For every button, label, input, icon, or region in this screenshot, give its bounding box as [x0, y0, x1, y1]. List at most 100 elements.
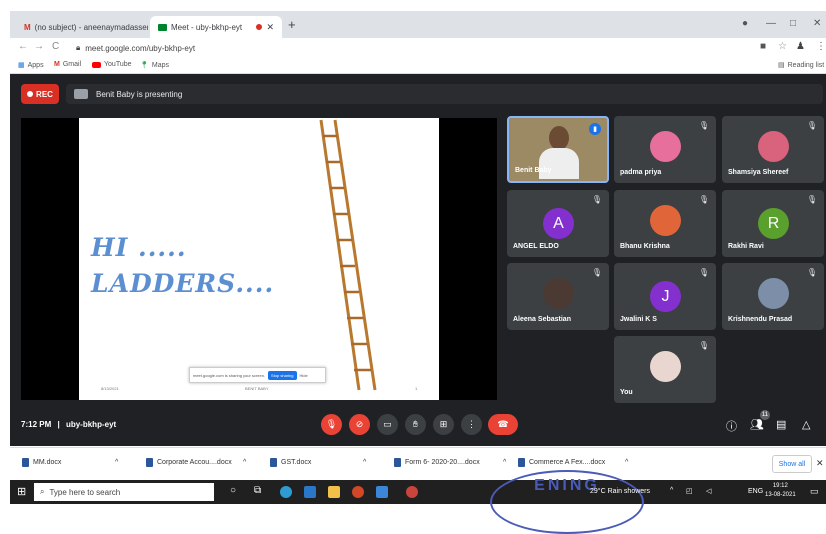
- slide-heading: HI ..... LADDERS....: [91, 230, 274, 302]
- download-item[interactable]: Corporate Accou....docx ^: [146, 458, 246, 467]
- close-icon[interactable]: ✕: [816, 458, 824, 469]
- present-button[interactable]: ⊞: [433, 414, 454, 435]
- chevron-up-icon[interactable]: ^: [625, 459, 628, 466]
- tab-meet[interactable]: Meet - uby-bkhp-eyt ✕: [150, 16, 282, 38]
- minimize-icon[interactable]: —: [766, 18, 776, 29]
- camera-toggle-button[interactable]: ⊘: [349, 414, 370, 435]
- chrome-icon[interactable]: [406, 486, 418, 498]
- word-doc-icon: [394, 458, 401, 467]
- participant-count-badge: 11: [760, 410, 770, 420]
- back-icon[interactable]: ←: [18, 41, 28, 52]
- volume-icon[interactable]: ◁: [706, 487, 711, 495]
- taskbar-search[interactable]: ⌕ Type here to search: [34, 483, 214, 501]
- address-bar: ← → C 🔒︎ meet.google.com/uby-bkhp-eyt ■ …: [10, 38, 826, 58]
- more-options-button[interactable]: ⋮: [461, 414, 482, 435]
- mic-off-icon: 🎙︎: [698, 341, 709, 350]
- extension-icon[interactable]: ♟: [796, 41, 805, 52]
- star-icon[interactable]: ☆: [778, 41, 787, 52]
- captions-icon: ▭: [383, 419, 392, 429]
- captions-button[interactable]: ▭: [377, 414, 398, 435]
- forward-icon[interactable]: →: [34, 41, 44, 52]
- participant-tile[interactable]: 🎙︎ Bhanu Krishna: [614, 190, 716, 257]
- stop-sharing-button[interactable]: Stop sharing: [268, 370, 297, 380]
- lock-icon: 🔒︎: [76, 43, 81, 52]
- tab-label: (no subject) - aneenaymadassery: [34, 22, 148, 32]
- presentation-area[interactable]: HI ..... LADDERS.... meet.google.com is …: [21, 118, 497, 400]
- language-indicator[interactable]: ENG: [748, 488, 763, 495]
- reload-icon[interactable]: C: [52, 41, 59, 52]
- chevron-up-icon[interactable]: ^: [243, 459, 246, 466]
- mic-toggle-button[interactable]: 🎙︎: [321, 414, 342, 435]
- camera-icon[interactable]: ■: [760, 41, 766, 52]
- bookmark-label: YouTube: [104, 61, 132, 68]
- tab-gmail[interactable]: M (no subject) - aneenaymadassery ✕: [16, 16, 148, 38]
- recording-badge: REC: [21, 84, 59, 104]
- participant-tile[interactable]: 🎙︎ Aleena Sebastian: [507, 263, 609, 330]
- search-icon: ⌕: [40, 487, 45, 496]
- chevron-up-icon[interactable]: ^: [503, 459, 506, 466]
- powerpoint-icon[interactable]: [352, 486, 364, 498]
- close-icon[interactable]: ✕: [266, 22, 274, 33]
- bookmark-apps[interactable]: ▦ Apps: [18, 61, 44, 70]
- tab-label: Meet - uby-bkhp-eyt: [171, 22, 243, 32]
- participant-tile[interactable]: 🎙︎ A ANGEL ELDO: [507, 190, 609, 257]
- speaking-indicator-icon: ▮: [589, 123, 601, 135]
- clock[interactable]: 19:12 13-08-2021: [765, 482, 796, 500]
- close-window-icon[interactable]: ✕: [813, 18, 821, 29]
- bookmark-youtube[interactable]: YouTube: [92, 61, 132, 68]
- chevron-up-icon[interactable]: ^: [363, 459, 366, 466]
- task-view-icon[interactable]: ⧉: [254, 485, 261, 496]
- edge-icon[interactable]: [280, 486, 292, 498]
- bookmark-maps[interactable]: 📍︎ Maps: [140, 61, 170, 70]
- profile-icon[interactable]: ●: [742, 18, 748, 29]
- top-margin: [0, 0, 826, 11]
- meeting-info: 7:12 PM | uby-bkhp-eyt: [21, 420, 116, 429]
- participant-tile[interactable]: 🎙︎ R Rakhi Ravi: [722, 190, 824, 257]
- bookmark-gmail[interactable]: M Gmail: [54, 61, 81, 68]
- slide-footer-name: BENIT BABY: [245, 386, 269, 391]
- menu-icon[interactable]: ⋮: [816, 41, 826, 52]
- avatar: R: [758, 208, 789, 239]
- url-field[interactable]: 🔒︎ meet.google.com/uby-bkhp-eyt: [76, 41, 746, 55]
- network-icon[interactable]: ◰: [686, 487, 693, 495]
- raise-hand-button[interactable]: ✋︎: [405, 414, 426, 435]
- download-filename: Corporate Accou....docx: [157, 459, 232, 466]
- info-icon[interactable]: ⓘ: [726, 418, 737, 434]
- download-item[interactable]: Commerce A Fex....docx ^: [518, 458, 628, 467]
- file-explorer-icon[interactable]: [328, 486, 340, 498]
- maps-pin-icon: 📍︎: [140, 62, 149, 69]
- participant-tile[interactable]: ▮ Benit Baby: [507, 116, 609, 183]
- stamp-watermark: ENING: [490, 470, 644, 534]
- notification-icon[interactable]: ▭: [810, 486, 819, 497]
- self-tile[interactable]: 🎙︎ You: [614, 336, 716, 403]
- download-item[interactable]: Form 6- 2020-20....docx ^: [394, 458, 506, 467]
- hide-button[interactable]: Hide: [300, 373, 308, 378]
- activities-icon[interactable]: △: [802, 418, 810, 431]
- people-icon[interactable]: 👥︎: [750, 418, 764, 431]
- tray-chevron-icon[interactable]: ^: [670, 487, 673, 494]
- download-item[interactable]: GST.docx ^: [270, 458, 366, 467]
- show-all-button[interactable]: Show all: [772, 455, 812, 473]
- reading-list[interactable]: ▤ Reading list: [778, 61, 824, 70]
- participant-tile[interactable]: 🎙︎ Krishnendu Prasad: [722, 263, 824, 330]
- chevron-up-icon[interactable]: ^: [115, 459, 118, 466]
- cortana-icon[interactable]: ○: [230, 485, 236, 496]
- maximize-icon[interactable]: □: [790, 18, 796, 29]
- chat-icon[interactable]: ▤: [776, 418, 786, 431]
- mic-off-icon: 🎙︎: [698, 195, 709, 204]
- weather-text[interactable]: 29°C Rain showers: [590, 488, 650, 495]
- mail-icon[interactable]: [304, 486, 316, 498]
- download-item[interactable]: MM.docx ^: [22, 458, 118, 467]
- windows-start-icon[interactable]: ⊞: [17, 485, 26, 498]
- participant-tile[interactable]: 🎙︎ J Jwalini K S: [614, 263, 716, 330]
- present-screen-icon: [74, 89, 88, 99]
- store-icon[interactable]: [376, 486, 388, 498]
- bookmark-label: Maps: [151, 61, 170, 69]
- gmail-icon: M: [54, 61, 60, 68]
- participant-tile[interactable]: 🎙︎ Shamsiya Shereef: [722, 116, 824, 183]
- leave-call-button[interactable]: ☎︎: [488, 414, 518, 435]
- participant-name: ANGEL ELDO: [513, 243, 559, 250]
- new-tab-icon[interactable]: +: [288, 17, 296, 32]
- ladder-illustration: [319, 119, 377, 391]
- participant-tile[interactable]: 🎙︎ padma priya: [614, 116, 716, 183]
